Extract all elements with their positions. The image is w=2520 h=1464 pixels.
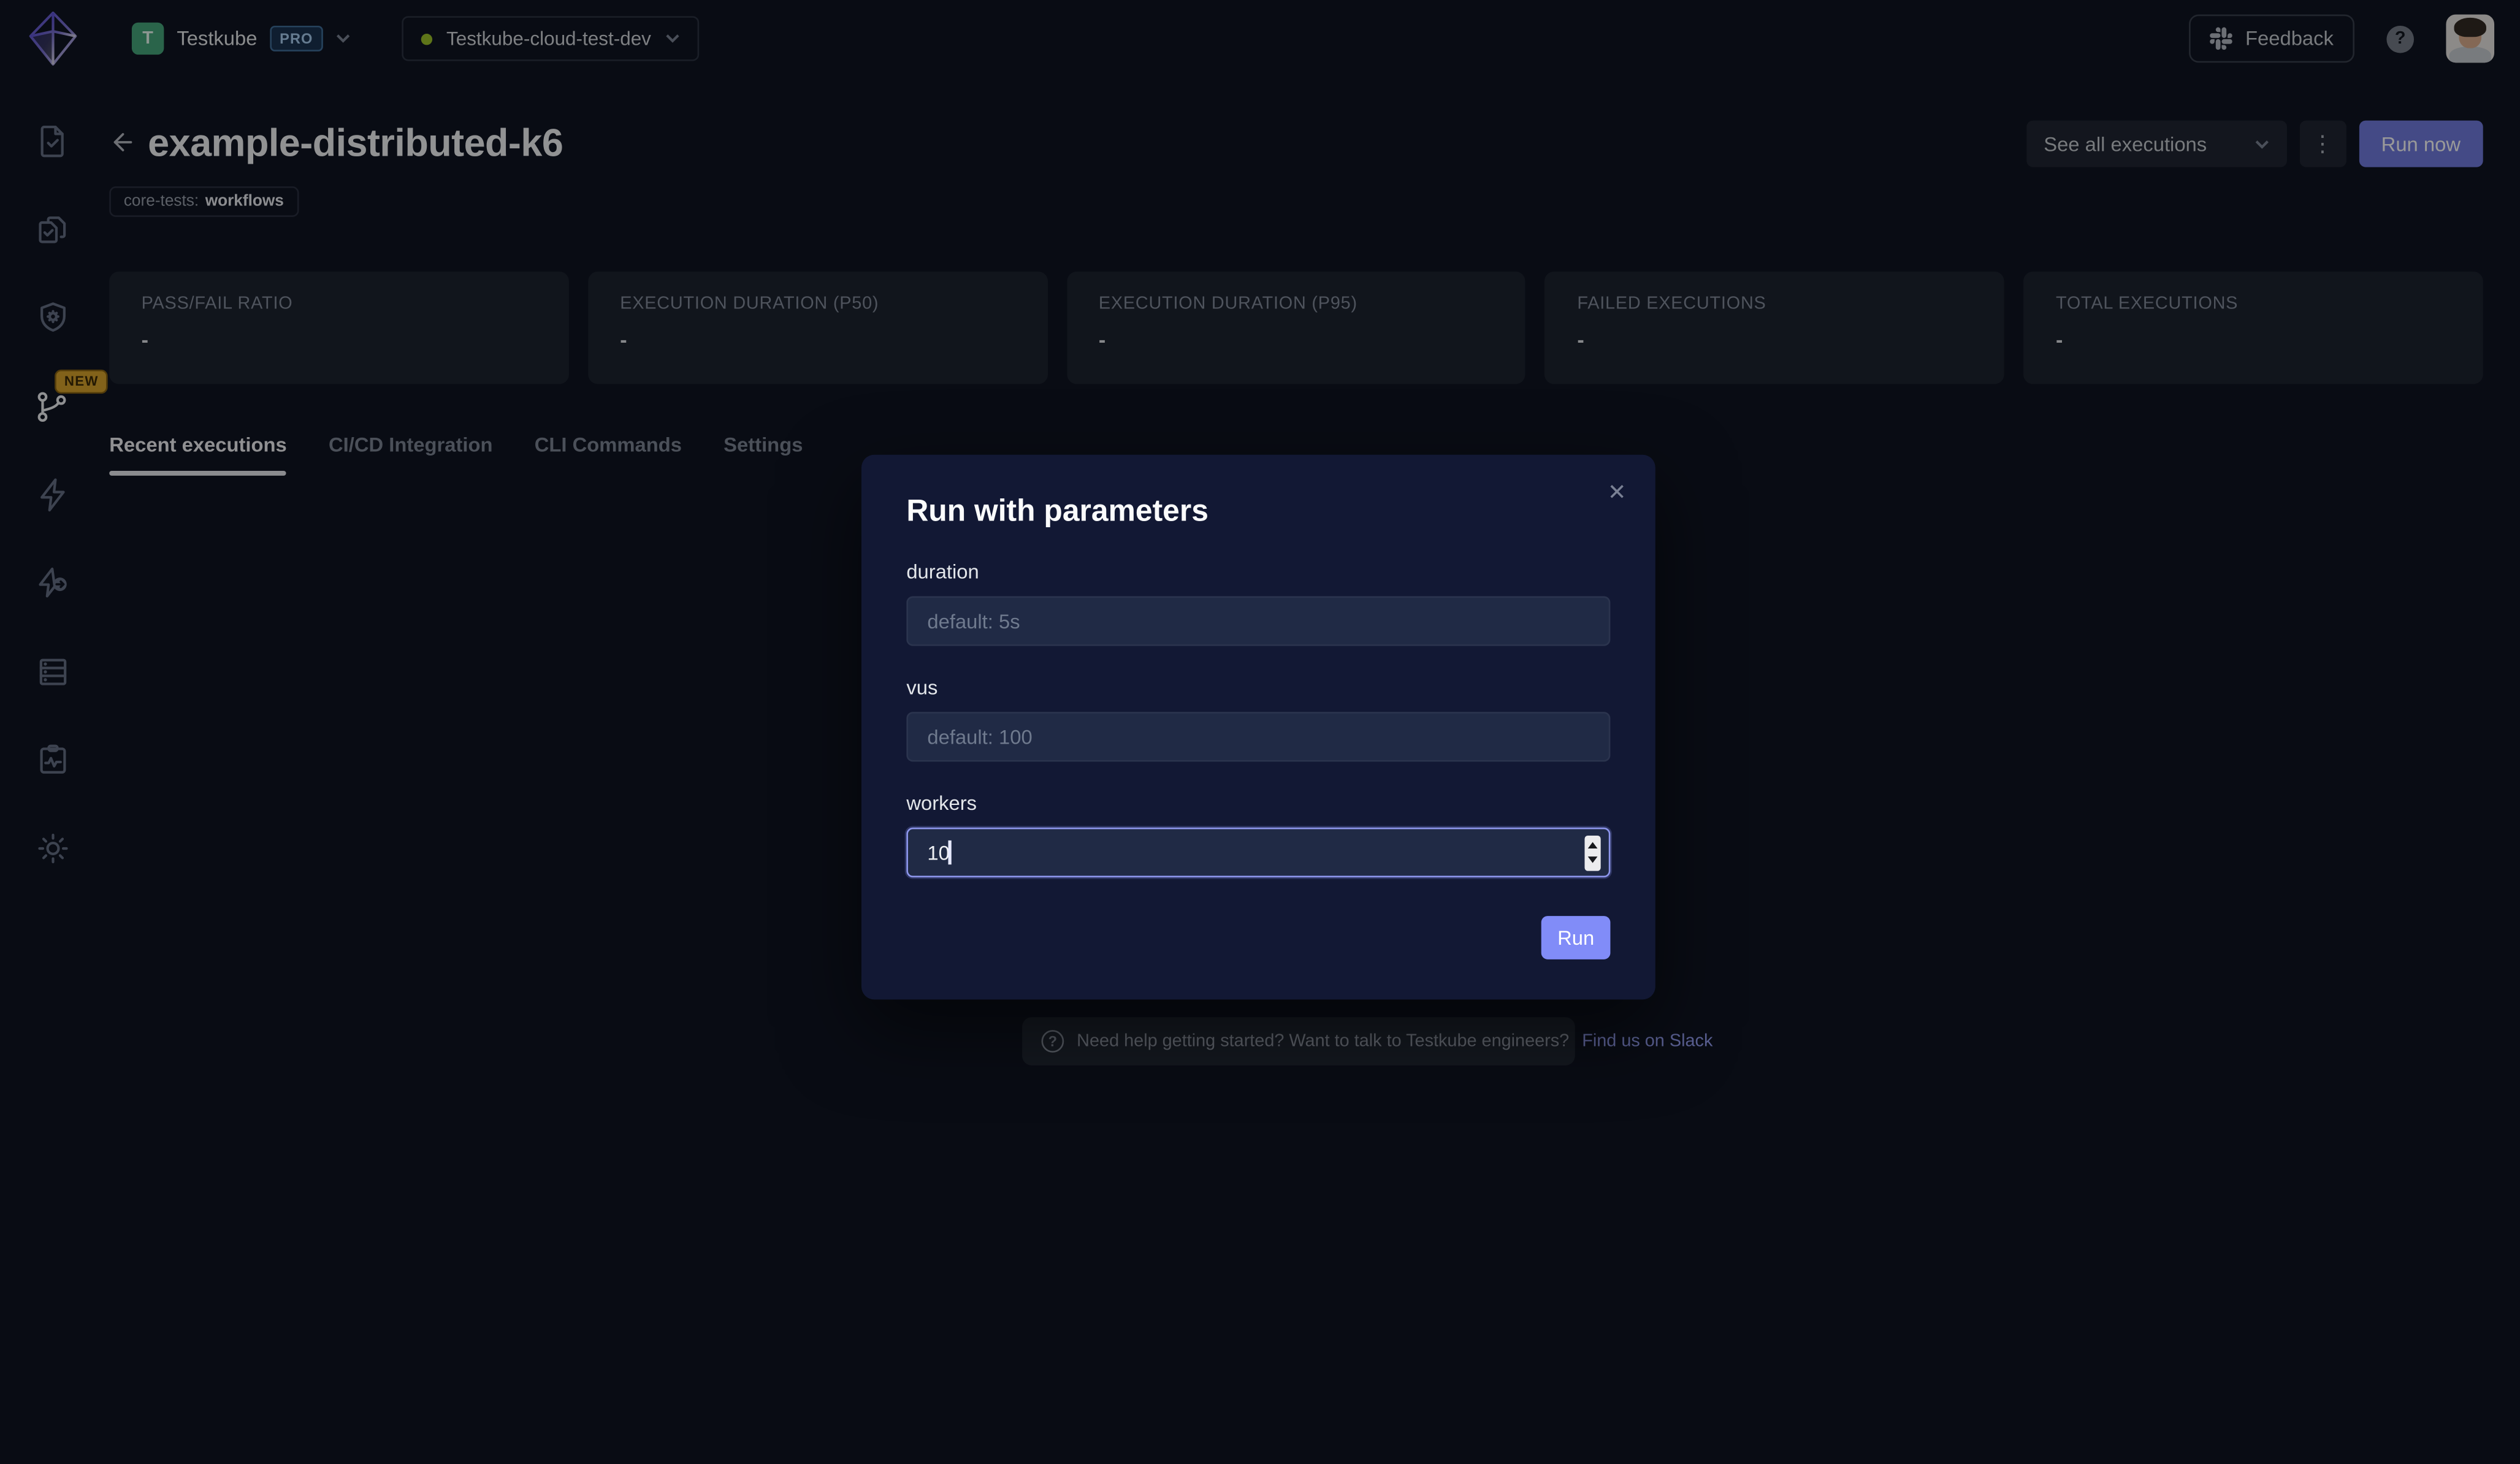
spinner-up-icon[interactable]	[1587, 842, 1598, 848]
field-label: workers	[906, 792, 977, 815]
field-label: vus	[906, 676, 938, 700]
field-input-wrap	[906, 596, 1611, 646]
spinner-down-icon[interactable]	[1587, 856, 1598, 863]
vus-input[interactable]	[906, 712, 1611, 762]
close-icon[interactable]: ✕	[1601, 474, 1633, 509]
field-input-wrap	[906, 712, 1611, 762]
run-button[interactable]: Run	[1541, 916, 1611, 959]
text-cursor	[948, 840, 951, 865]
field-vus: vus	[906, 676, 1611, 762]
modal-title: Run with parameters	[906, 495, 1208, 529]
modal-actions: Run	[1541, 916, 1611, 959]
run-with-parameters-modal: ✕ Run with parameters duration vus worke…	[861, 454, 1655, 1000]
number-spinner[interactable]	[1584, 834, 1601, 871]
duration-input[interactable]	[906, 596, 1611, 646]
field-label: duration	[906, 560, 979, 584]
app-viewport: T Testkube PRO Testkube-cloud-test-dev F…	[0, 0, 2520, 1464]
field-duration: duration	[906, 560, 1611, 646]
field-workers: workers	[906, 792, 1611, 878]
workers-input[interactable]	[906, 827, 1611, 878]
field-input-wrap	[906, 827, 1611, 878]
